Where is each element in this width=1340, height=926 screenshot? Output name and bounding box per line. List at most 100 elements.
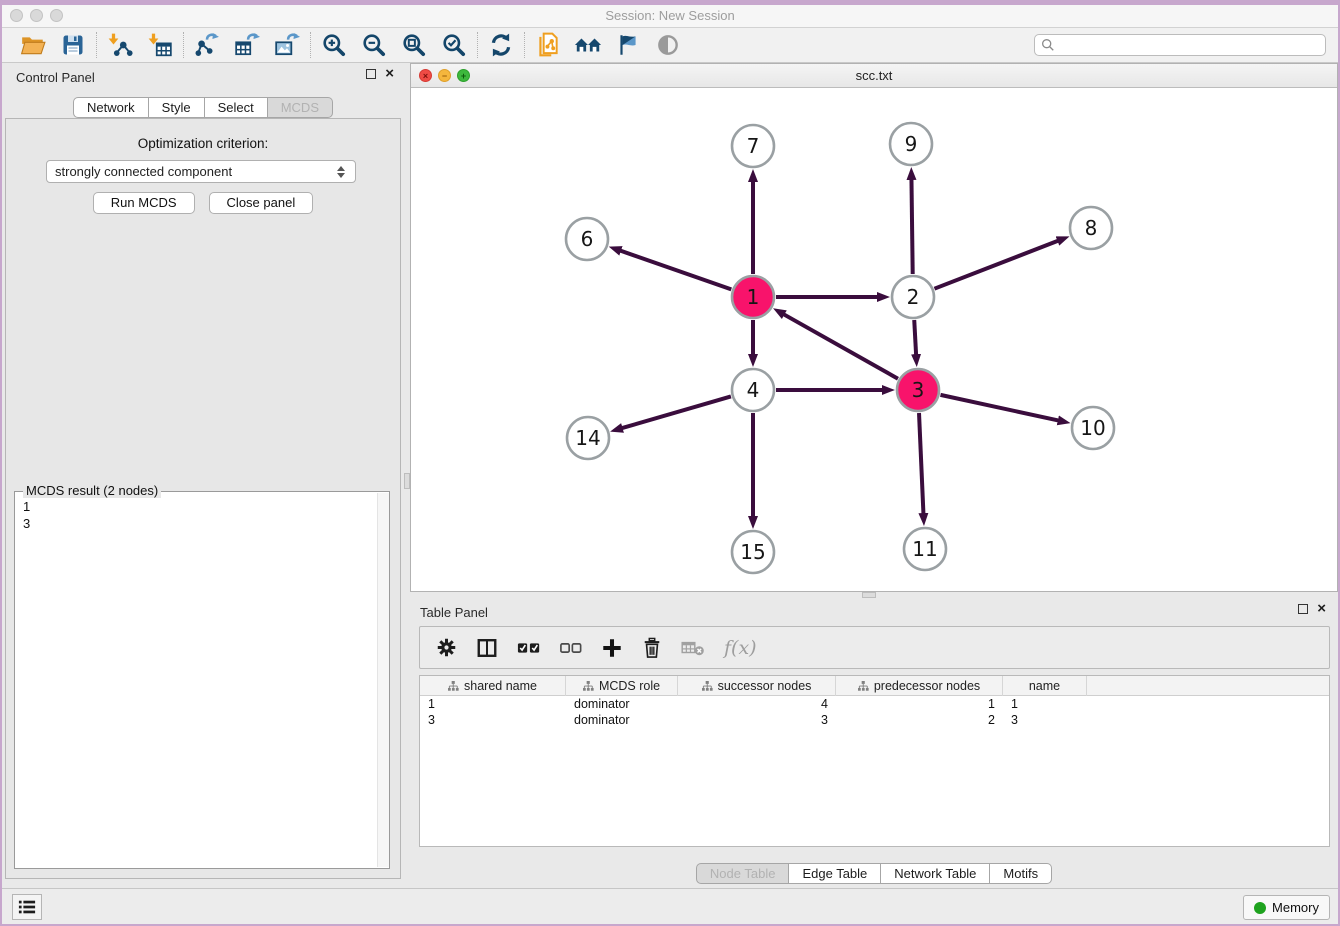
search-input[interactable]	[1059, 38, 1319, 52]
network-graph[interactable]: 7968124314101511	[411, 88, 1340, 592]
edge-3-10[interactable]	[940, 395, 1058, 421]
titlebar: Session: New Session	[2, 5, 1338, 28]
zoom-out-icon[interactable]	[360, 30, 388, 60]
export-table-icon[interactable]	[233, 30, 261, 60]
tab-edge-table[interactable]: Edge Table	[789, 863, 881, 884]
table-cell: dominator	[566, 696, 678, 712]
edge-2-3[interactable]	[914, 320, 916, 355]
tab-motifs[interactable]: Motifs	[990, 863, 1052, 884]
home-pair-icon[interactable]	[574, 30, 602, 60]
edge-2-9[interactable]	[911, 179, 912, 274]
node-table[interactable]: shared nameMCDS rolesuccessor nodesprede…	[419, 675, 1330, 847]
node-label-8: 8	[1085, 216, 1098, 240]
network-titlebar[interactable]: × − + scc.txt	[411, 64, 1337, 88]
tab-select[interactable]: Select	[205, 97, 268, 118]
network-canvas[interactable]: 7968124314101511	[411, 88, 1337, 591]
table-cell: 4	[678, 696, 836, 712]
save-session-button[interactable]	[59, 30, 87, 60]
node-label-4: 4	[747, 378, 760, 402]
search-icon	[1041, 38, 1055, 52]
node-label-3: 3	[912, 378, 925, 402]
control-panel: Control Panel × NetworkStyleSelectMCDS O…	[2, 63, 404, 888]
tab-network[interactable]: Network	[73, 97, 149, 118]
edge-2-8[interactable]	[934, 241, 1058, 289]
criterion-value: strongly connected component	[55, 164, 232, 179]
dropdown-stepper-icon	[337, 166, 347, 178]
table-panel-title: Table Panel	[420, 605, 488, 620]
main-toolbar	[2, 28, 1338, 63]
zoom-fit-icon[interactable]	[400, 30, 428, 60]
edge-3-1[interactable]	[783, 314, 897, 379]
close-panel-button[interactable]: Close panel	[209, 192, 314, 214]
table-float-panel-icon[interactable]	[1298, 604, 1308, 614]
tab-mcds[interactable]: MCDS	[268, 97, 333, 118]
table-row[interactable]: 1dominator411	[420, 696, 1329, 712]
app-window: Session: New Session	[0, 0, 1340, 926]
column-header-mcds-role[interactable]: MCDS role	[566, 676, 678, 696]
table-header-row: shared nameMCDS rolesuccessor nodesprede…	[420, 676, 1329, 696]
table-cell: 1	[1003, 696, 1087, 712]
tree-icon	[702, 681, 713, 692]
unselect-all-icon[interactable]	[560, 641, 582, 655]
mcds-result-scrollbar[interactable]	[377, 493, 389, 867]
network-window: × − + scc.txt 7968124314101511	[410, 63, 1338, 592]
edge-1-6[interactable]	[620, 251, 731, 290]
tab-style[interactable]: Style	[149, 97, 205, 118]
memory-button[interactable]: Memory	[1243, 895, 1330, 920]
close-panel-icon[interactable]: ×	[385, 69, 394, 79]
export-network-icon[interactable]	[193, 30, 221, 60]
edge-3-11[interactable]	[919, 413, 923, 514]
table-row[interactable]: 3dominator323	[420, 712, 1329, 728]
eye-icon	[654, 30, 682, 60]
node-label-10: 10	[1080, 416, 1105, 440]
node-label-7: 7	[747, 134, 760, 158]
tree-icon	[583, 681, 594, 692]
node-label-1: 1	[747, 285, 760, 309]
open-session-button[interactable]	[19, 30, 47, 60]
node-label-2: 2	[907, 285, 920, 309]
control-panel-tabs: NetworkStyleSelectMCDS	[2, 97, 404, 118]
add-row-icon[interactable]	[601, 637, 623, 659]
show-columns-icon[interactable]	[476, 637, 498, 659]
mcds-result-text[interactable]: 1 3	[15, 494, 376, 868]
import-network-icon[interactable]	[106, 30, 134, 60]
column-header-shared-name[interactable]: shared name	[420, 676, 566, 696]
tree-icon	[858, 681, 869, 692]
search-box[interactable]	[1034, 34, 1326, 56]
settings-gear-icon[interactable]	[436, 637, 457, 658]
zoom-selected-icon[interactable]	[440, 30, 468, 60]
select-all-icon[interactable]	[517, 640, 541, 656]
column-header-name[interactable]: name	[1003, 676, 1087, 696]
flag-icon[interactable]	[614, 30, 642, 60]
run-mcds-button[interactable]: Run MCDS	[93, 192, 195, 214]
edge-4-14[interactable]	[622, 396, 731, 428]
list-icon	[18, 899, 36, 915]
table-cell: dominator	[566, 712, 678, 728]
refresh-icon[interactable]	[487, 30, 515, 60]
column-header-predecessor-nodes[interactable]: predecessor nodes	[836, 676, 1003, 696]
column-header-successor-nodes[interactable]: successor nodes	[678, 676, 836, 696]
criterion-dropdown[interactable]: strongly connected component	[46, 160, 356, 183]
mcds-tab-content: Optimization criterion: strongly connect…	[5, 118, 401, 879]
show-panels-button[interactable]	[12, 894, 42, 920]
delete-row-icon[interactable]	[642, 637, 662, 659]
table-cell: 3	[678, 712, 836, 728]
memory-status-dot	[1254, 902, 1266, 914]
table-toolbar: f(x)	[419, 626, 1330, 669]
table-close-panel-icon[interactable]: ×	[1317, 604, 1326, 614]
mcds-result-box: MCDS result (2 nodes) 1 3	[14, 491, 390, 869]
node-label-9: 9	[905, 132, 918, 156]
ndex-document-icon[interactable]	[534, 30, 562, 60]
node-label-6: 6	[581, 227, 594, 251]
tab-network-table[interactable]: Network Table	[881, 863, 990, 884]
tab-node-table[interactable]: Node Table	[696, 863, 790, 884]
zoom-in-icon[interactable]	[320, 30, 348, 60]
export-image-icon[interactable]	[273, 30, 301, 60]
table-cell: 3	[1003, 712, 1087, 728]
table-cell: 1	[420, 696, 566, 712]
table-cell: 2	[836, 712, 1003, 728]
float-panel-icon[interactable]	[366, 69, 376, 79]
optimization-criterion-label: Optimization criterion:	[6, 136, 400, 151]
import-table-icon[interactable]	[146, 30, 174, 60]
memory-label: Memory	[1272, 900, 1319, 915]
